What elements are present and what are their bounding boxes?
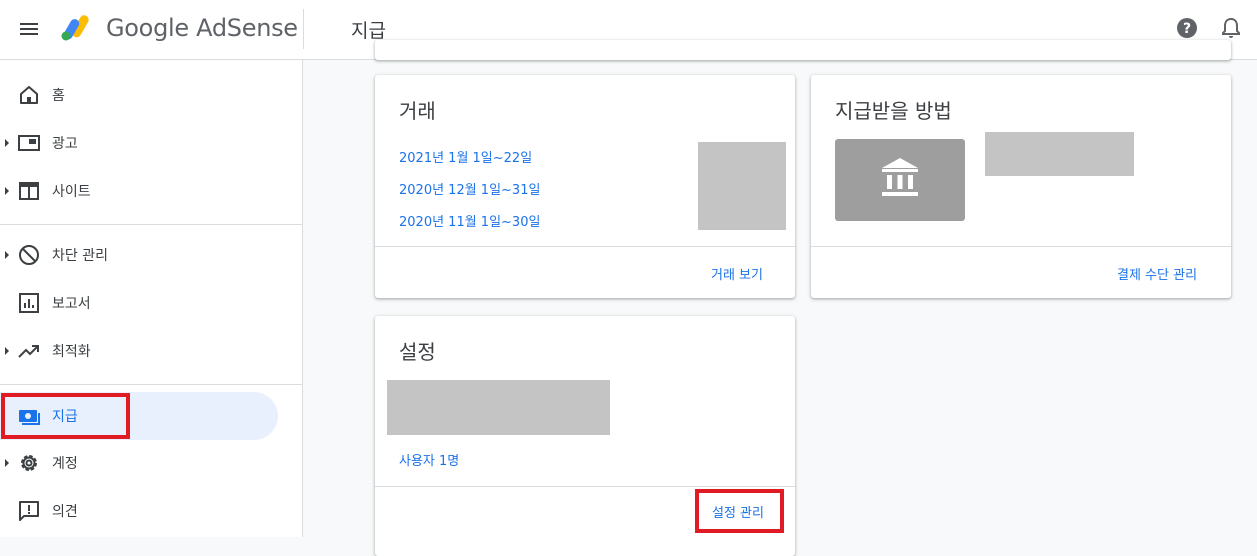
reports-icon [19,293,39,313]
sidebar-item-ads[interactable]: 광고 [0,119,280,167]
bank-icon [882,158,918,196]
sidebar-item-blocking[interactable]: 차단 관리 [0,231,280,279]
manage-payment-methods-button[interactable]: 결제 수단 관리 [1117,264,1197,283]
transactions-card: 거래 2021년 1월 1일~22일 2020년 12월 1일~31일 2020… [375,75,795,298]
brand-name: Google AdSense [106,14,298,42]
card-title: 지급받을 방법 [835,99,952,123]
adsense-logo-icon[interactable] [60,12,96,42]
sidebar-item-feedback[interactable]: 의견 [0,487,280,535]
svg-text:?: ? [1183,21,1191,37]
highlight-box-manage-settings [695,489,784,533]
sidebar-item-optimization[interactable]: 최적화 [0,327,280,375]
transaction-period-link[interactable]: 2020년 12월 1일~31일 [399,179,540,198]
header-divider [303,9,304,49]
main-content: 거래 2021년 1월 1일~22일 2020년 12월 1일~31일 2020… [303,40,1257,556]
sidebar-item-reports[interactable]: 보고서 [0,279,280,327]
redacted-block [387,380,610,435]
sidebar-item-label: 보고서 [52,296,91,312]
notifications-bell-icon[interactable] [1220,16,1242,40]
users-link[interactable]: 사용자 1명 [399,450,459,469]
redacted-block [985,132,1134,176]
highlight-box-payments [1,393,130,439]
sidebar-item-label: 광고 [52,136,78,152]
expand-caret-icon[interactable] [5,251,9,259]
payment-method-card: 지급받을 방법 결제 수단 관리 [811,75,1231,298]
hamburger-menu-icon[interactable] [17,17,41,41]
sidebar-item-label: 차단 관리 [52,248,108,264]
help-icon[interactable]: ? [1176,17,1198,39]
sidebar-nav: 홈 광고 사이트 차단 관리 보고서 최적화 지급 계정 의견 [0,60,303,537]
card-divider [375,486,795,487]
gear-icon [21,455,37,471]
card-divider [811,246,1231,247]
view-transactions-button[interactable]: 거래 보기 [711,264,763,283]
card-partial-top [375,40,1231,60]
sidebar-item-sites[interactable]: 사이트 [0,167,280,215]
card-title: 설정 [399,340,436,364]
expand-caret-icon[interactable] [5,187,9,195]
sidebar-divider [0,224,302,225]
transaction-period-link[interactable]: 2021년 1월 1일~22일 [399,147,532,166]
sidebar-divider [0,384,302,385]
sidebar-item-label: 의견 [52,504,78,520]
sidebar-item-label: 사이트 [52,184,91,200]
sidebar-item-label: 홈 [52,88,65,104]
ads-icon [18,135,40,151]
expand-caret-icon[interactable] [5,347,9,355]
sidebar-item-label: 최적화 [52,344,91,360]
block-icon [19,245,39,265]
sidebar-item-account[interactable]: 계정 [0,439,280,487]
redacted-block [698,142,786,230]
page-title: 지급 [351,20,386,42]
sidebar-item-home[interactable]: 홈 [0,71,280,119]
home-icon [20,86,38,104]
expand-caret-icon[interactable] [5,139,9,147]
feedback-icon [19,501,39,521]
bank-tile [835,139,965,221]
card-divider [375,246,795,247]
transaction-period-link[interactable]: 2020년 11월 1일~30일 [399,211,540,230]
trending-up-icon [18,345,39,358]
card-title: 거래 [399,99,436,123]
sites-icon [19,182,39,200]
sidebar-item-label: 계정 [52,456,78,472]
expand-caret-icon[interactable] [5,459,9,467]
settings-card: 설정 사용자 1명 설정 관리 [375,316,795,556]
